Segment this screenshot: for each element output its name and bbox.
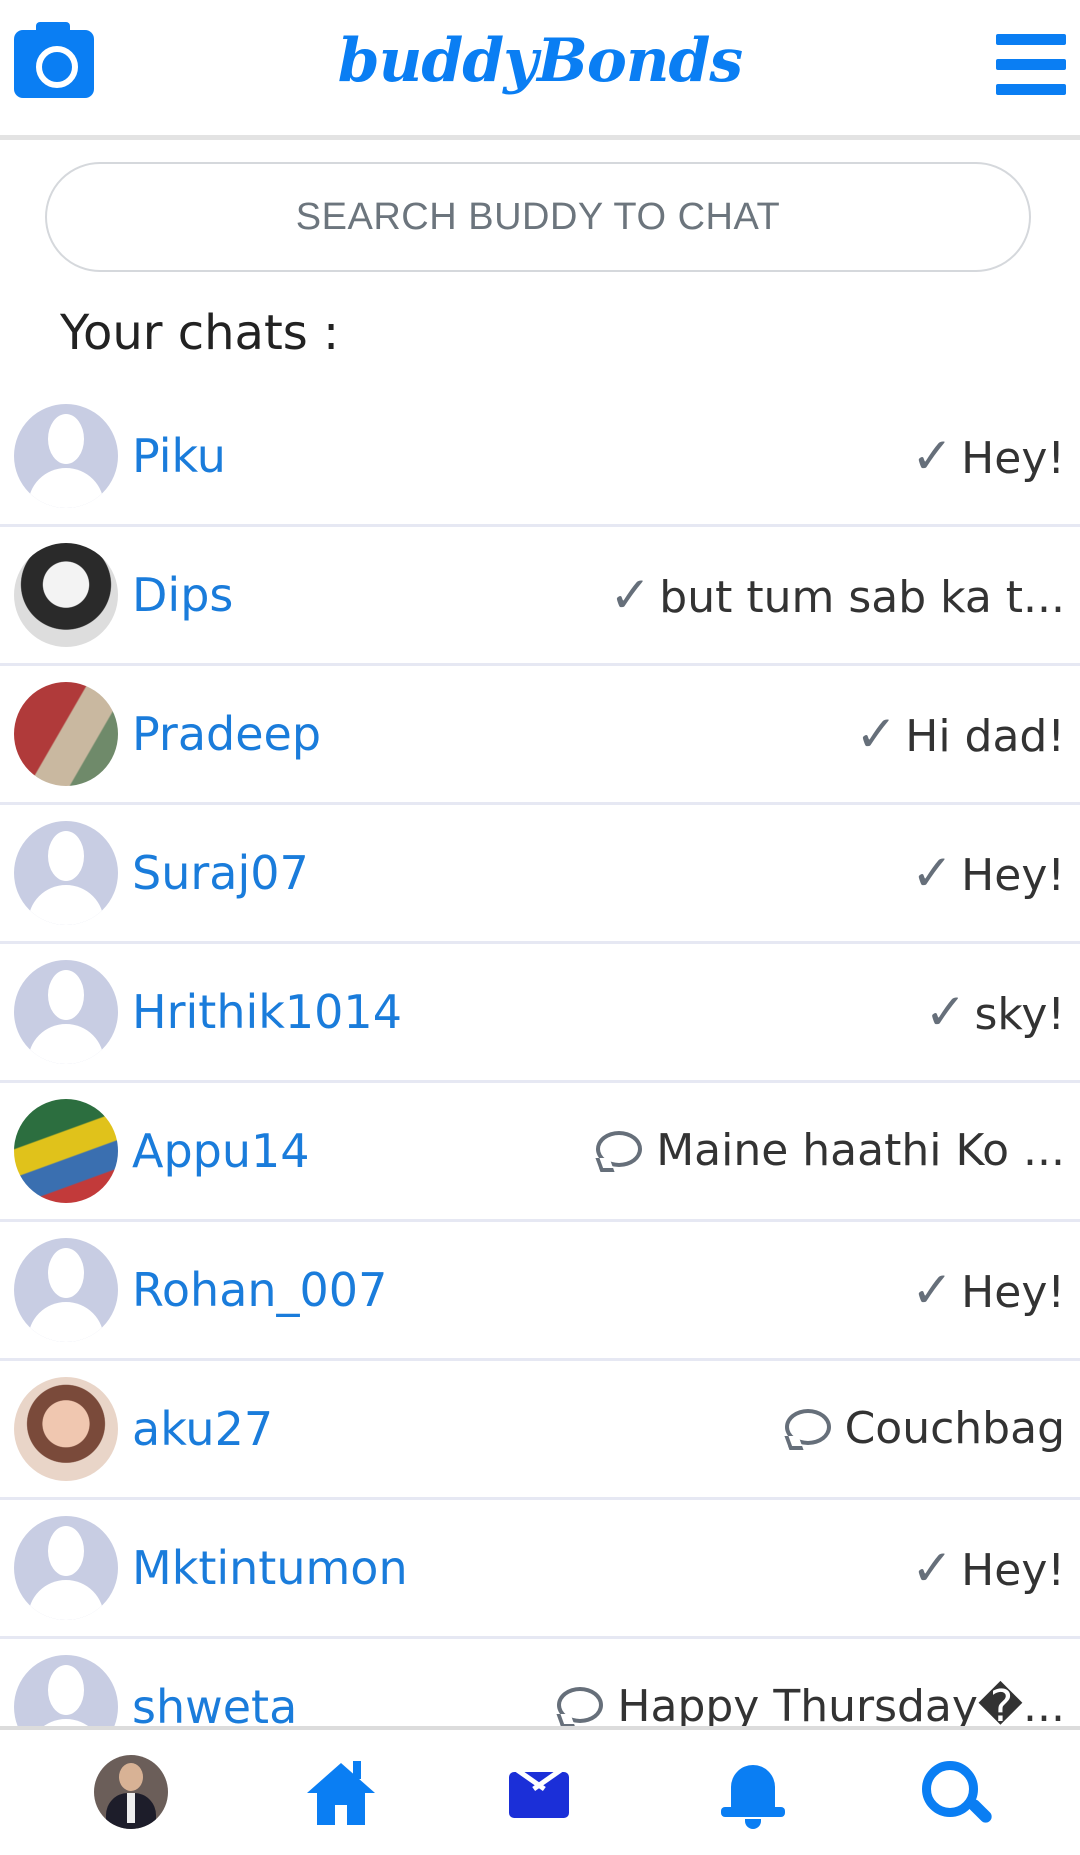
mail-icon[interactable]: [509, 1772, 569, 1818]
check-icon: ✓: [911, 1539, 954, 1597]
menu-bar: [996, 84, 1066, 95]
avatar: [14, 1655, 118, 1726]
last-message: ✓ Hey!: [911, 1222, 1065, 1361]
menu-bar: [996, 59, 1066, 70]
last-message: ✓ Hey!: [911, 1500, 1065, 1639]
last-message-text: but tum sab ka t...: [659, 572, 1065, 623]
last-message: Couchbag: [784, 1361, 1065, 1497]
chat-name: shweta: [132, 1680, 298, 1726]
chat-row[interactable]: Mktintumon ✓ Hey!: [0, 1500, 1080, 1639]
bottom-nav: [0, 1726, 1080, 1855]
avatar: [14, 1377, 118, 1481]
chat-name: aku27: [132, 1402, 274, 1456]
avatar: [14, 404, 118, 508]
last-message: ✓ Hey!: [911, 388, 1065, 527]
chat-name: Rohan_007: [132, 1263, 388, 1317]
avatar: [14, 960, 118, 1064]
last-message: ✓ but tum sab ka t...: [609, 527, 1065, 666]
last-message: ✓ Hi dad!: [855, 666, 1065, 805]
last-message-text: Hey!: [961, 1545, 1065, 1596]
chat-row[interactable]: Dips ✓ but tum sab ka t...: [0, 527, 1080, 666]
bell-icon[interactable]: [715, 1755, 791, 1831]
avatar-head: [48, 970, 84, 1020]
avatar: [14, 821, 118, 925]
home-roof: [307, 1763, 375, 1793]
avatar-head: [48, 1248, 84, 1298]
bell-clapper: [745, 1819, 761, 1829]
check-icon: ✓: [924, 983, 967, 1041]
chat-bubble-icon: [557, 1687, 604, 1723]
avatar: [14, 543, 118, 647]
chat-row[interactable]: shweta Happy Thursday�...: [0, 1639, 1080, 1726]
avatar-body: [28, 1719, 104, 1726]
last-message-text: Maine haathi Ko ...: [656, 1125, 1065, 1176]
check-icon: ✓: [609, 566, 652, 624]
chat-row[interactable]: Suraj07 ✓ Hey!: [0, 805, 1080, 944]
chat-name: Hrithik1014: [132, 985, 402, 1039]
check-icon: ✓: [911, 1261, 954, 1319]
search-handle: [965, 1796, 995, 1826]
bell-lip: [721, 1807, 785, 1817]
avatar-head: [48, 1526, 84, 1576]
chat-row[interactable]: Hrithik1014 ✓ sky!: [0, 944, 1080, 1083]
last-message-text: Hey!: [961, 850, 1065, 901]
last-message: Maine haathi Ko ...: [596, 1083, 1065, 1219]
chat-name: Appu14: [132, 1124, 310, 1178]
avatar-body: [28, 1580, 104, 1620]
chat-list: Piku ✓ Hey! Dips ✓ but tum sab ka t... Pra…: [0, 388, 1080, 1726]
last-message-text: sky!: [974, 989, 1065, 1040]
chat-name: Suraj07: [132, 846, 309, 900]
chat-row[interactable]: Rohan_007 ✓ Hey!: [0, 1222, 1080, 1361]
hamburger-menu-icon[interactable]: [996, 34, 1066, 96]
check-icon: ✓: [855, 705, 898, 763]
chat-name: Dips: [132, 568, 234, 622]
avatar: [14, 1516, 118, 1620]
check-icon: ✓: [911, 427, 954, 485]
avatar-body: [28, 885, 104, 925]
last-message-text: Hi dad!: [905, 711, 1065, 762]
avatar-head: [119, 1763, 143, 1791]
profile-avatar[interactable]: [94, 1755, 168, 1829]
chat-name: Mktintumon: [132, 1541, 408, 1595]
avatar-shirt: [127, 1793, 135, 1823]
avatar-head: [48, 1665, 84, 1715]
avatar-body: [28, 1024, 104, 1064]
last-message: Happy Thursday�...: [557, 1639, 1065, 1726]
avatar-head: [48, 414, 84, 464]
chat-bubble-icon: [596, 1131, 643, 1167]
last-message-text: Happy Thursday�...: [617, 1681, 1065, 1726]
avatar: [14, 1238, 118, 1342]
section-title: Your chats :: [60, 305, 340, 361]
menu-bar: [996, 34, 1066, 45]
mail-flap-right: [532, 1772, 568, 1792]
avatar: [14, 682, 118, 786]
check-icon: ✓: [911, 844, 954, 902]
last-message-text: Hey!: [961, 433, 1065, 484]
avatar: [14, 1099, 118, 1203]
chat-row[interactable]: Pradeep ✓ Hi dad!: [0, 666, 1080, 805]
avatar-body: [28, 468, 104, 508]
last-message-text: Couchbag: [844, 1403, 1065, 1454]
top-header: buddyBonds: [0, 0, 1080, 140]
last-message: ✓ Hey!: [911, 805, 1065, 944]
search-buddy-input[interactable]: SEARCH BUDDY TO CHAT: [45, 162, 1031, 272]
last-message: ✓ sky!: [925, 944, 1065, 1083]
avatar-body: [28, 1302, 104, 1342]
chat-row[interactable]: Appu14 Maine haathi Ko ...: [0, 1083, 1080, 1222]
chat-name: Piku: [132, 429, 226, 483]
avatar-head: [48, 831, 84, 881]
chat-bubble-icon: [784, 1409, 831, 1445]
chat-row[interactable]: aku27 Couchbag: [0, 1361, 1080, 1500]
last-message-text: Hey!: [961, 1267, 1065, 1318]
chat-name: Pradeep: [132, 707, 322, 761]
search-icon[interactable]: [918, 1755, 995, 1831]
home-door: [335, 1805, 347, 1825]
app-logo[interactable]: buddyBonds: [0, 26, 1080, 96]
chat-row[interactable]: Piku ✓ Hey!: [0, 388, 1080, 527]
home-icon[interactable]: [303, 1755, 379, 1831]
